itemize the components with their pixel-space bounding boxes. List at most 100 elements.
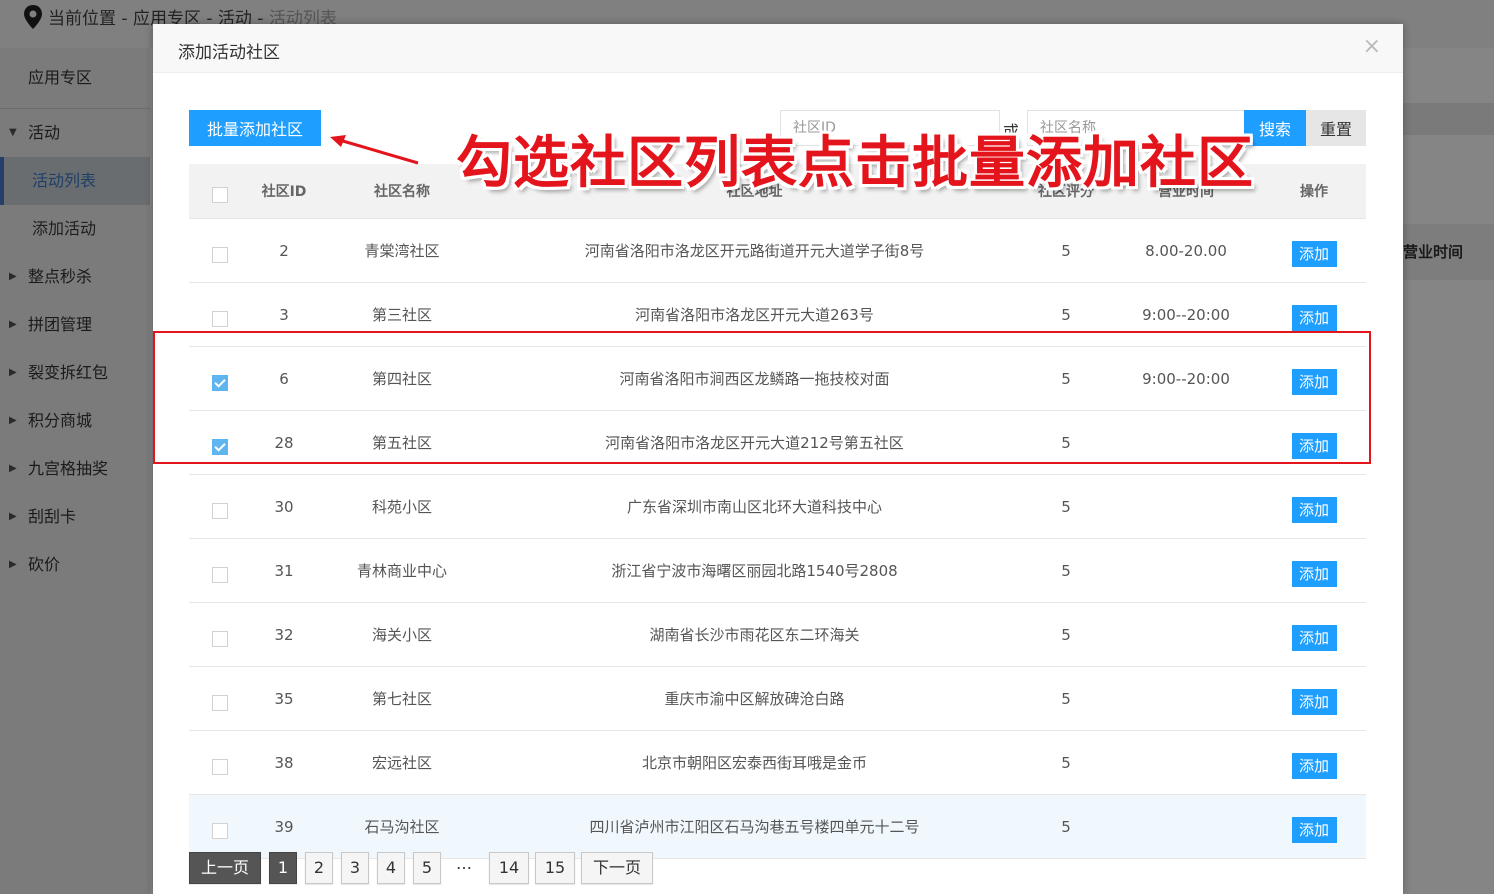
sidebar-item-red-packet[interactable]: ▶ 裂变拆红包 [0,349,150,397]
row-select-cell [189,282,251,347]
annotation-arrow-icon [330,135,419,165]
row-checkbox[interactable] [212,695,228,711]
cell-action: 添加 [1262,538,1366,603]
row-select-cell [189,730,251,795]
cell-name: 青林商业中心 [317,538,487,603]
cell-address: 浙江省宁波市海曙区丽园北路1540号2808 [487,538,1022,603]
sidebar-item-label: 积分商城 [28,411,93,430]
row-checkbox[interactable] [212,823,228,839]
add-button[interactable]: 添加 [1291,624,1337,651]
cell-address: 河南省洛阳市洛龙区开元大道212号第五社区 [487,410,1022,475]
sidebar-item-label: 九宫格抽奖 [28,459,109,478]
page-button[interactable]: 2 [305,852,333,884]
table-row: 32 海关小区 湖南省长沙市雨花区东二环海关 5 添加 [189,602,1366,667]
next-page-button[interactable]: 下一页 [581,852,653,884]
page-button[interactable]: 5 [413,852,441,884]
sidebar-item-flash-sale[interactable]: ▶ 整点秒杀 [0,253,150,301]
sidebar-item-label: 活动 [28,123,61,142]
add-button[interactable]: 添加 [1291,304,1337,331]
add-button[interactable]: 添加 [1291,432,1337,459]
row-select-cell [189,666,251,731]
sidebar-item-bargain[interactable]: ▶ 砍价 [0,541,150,589]
sidebar-item-label: 裂变拆红包 [28,363,109,382]
cell-hours [1110,538,1262,603]
cell-address: 北京市朝阳区宏泰西街耳哦是金币 [487,730,1022,795]
page-button-current[interactable]: 1 [269,852,297,884]
sidebar-sub-activity-list[interactable]: 活动列表 [0,157,150,205]
row-checkbox[interactable] [212,311,228,327]
toolbar-fragment [1403,103,1494,135]
cell-name: 青棠湾社区 [317,218,487,283]
sidebar-item-scratch-card[interactable]: ▶ 刮刮卡 [0,493,150,541]
cell-address: 四川省泸州市江阳区石马沟巷五号楼四单元十二号 [487,794,1022,859]
page-button[interactable]: 4 [377,852,405,884]
cell-action: 添加 [1262,602,1366,667]
add-button[interactable]: 添加 [1291,368,1337,395]
close-icon[interactable]: × [1363,34,1381,59]
cell-name: 第七社区 [317,666,487,731]
cell-id: 39 [251,794,317,859]
add-button[interactable]: 添加 [1291,752,1337,779]
row-checkbox[interactable] [212,439,228,455]
caret-right-icon: ▶ [9,271,17,282]
row-select-cell [189,474,251,539]
table-row: 6 第四社区 河南省洛阳市涧西区龙鳞路一拖技校对面 5 9:00--20:00 添加 [189,346,1366,411]
column-header-id: 社区ID [251,164,317,219]
sidebar: 应用专区 ▼ 活动 活动列表 添加活动 ▶ 整点秒杀 ▶ 拼团管理 ▶ 裂变拆红… [0,48,150,894]
cell-id: 6 [251,346,317,411]
sidebar-item-lottery[interactable]: ▶ 九宫格抽奖 [0,445,150,493]
table-row: 28 第五社区 河南省洛阳市洛龙区开元大道212号第五社区 5 添加 [189,410,1366,475]
cell-id: 31 [251,538,317,603]
cell-hours [1110,666,1262,731]
page-button[interactable]: 3 [341,852,369,884]
sidebar-sub-add-activity[interactable]: 添加活动 [0,205,150,253]
caret-right-icon: ▶ [9,463,17,474]
cell-action: 添加 [1262,346,1366,411]
add-button[interactable]: 添加 [1291,240,1337,267]
cell-hours: 9:00--20:00 [1110,282,1262,347]
row-select-cell [189,602,251,667]
select-all-checkbox[interactable] [212,187,228,203]
row-checkbox[interactable] [212,503,228,519]
add-button[interactable]: 添加 [1291,688,1337,715]
caret-right-icon: ▶ [9,559,17,570]
row-select-cell [189,410,251,475]
row-select-cell [189,346,251,411]
reset-button[interactable]: 重置 [1306,110,1366,146]
add-button[interactable]: 添加 [1291,816,1337,843]
caret-right-icon: ▶ [9,511,17,522]
table-row: 39 石马沟社区 四川省泸州市江阳区石马沟巷五号楼四单元十二号 5 添加 [189,794,1366,859]
column-header-action: 操作 [1262,164,1366,219]
row-checkbox[interactable] [212,631,228,647]
row-select-cell [189,538,251,603]
page-button[interactable]: 15 [535,852,575,884]
cell-score: 5 [1022,474,1110,539]
row-checkbox[interactable] [212,375,228,391]
caret-right-icon: ▶ [9,367,17,378]
sidebar-root[interactable]: 应用专区 [0,48,150,109]
sidebar-item-activity[interactable]: ▼ 活动 [0,109,150,157]
add-button[interactable]: 添加 [1291,496,1337,523]
cell-score: 5 [1022,218,1110,283]
cell-score: 5 [1022,730,1110,795]
cell-hours [1110,410,1262,475]
cell-action: 添加 [1262,474,1366,539]
row-checkbox[interactable] [212,567,228,583]
row-checkbox[interactable] [212,759,228,775]
row-select-cell [189,794,251,859]
sidebar-item-points-mall[interactable]: ▶ 积分商城 [0,397,150,445]
cell-address: 河南省洛阳市洛龙区开元大道263号 [487,282,1022,347]
row-checkbox[interactable] [212,247,228,263]
cell-address: 广东省深圳市南山区北环大道科技中心 [487,474,1022,539]
prev-page-button[interactable]: 上一页 [189,852,261,884]
table-row: 35 第七社区 重庆市渝中区解放碑沧白路 5 添加 [189,666,1366,731]
cell-action: 添加 [1262,730,1366,795]
page-button[interactable]: 14 [489,852,529,884]
sidebar-item-group-buy[interactable]: ▶ 拼团管理 [0,301,150,349]
batch-add-button[interactable]: 批量添加社区 [189,110,321,146]
add-button[interactable]: 添加 [1291,560,1337,587]
cell-score: 5 [1022,666,1110,731]
modal-header: 添加活动社区 × [153,24,1403,73]
sidebar-item-label: 拼团管理 [28,315,93,334]
row-select-cell [189,218,251,283]
